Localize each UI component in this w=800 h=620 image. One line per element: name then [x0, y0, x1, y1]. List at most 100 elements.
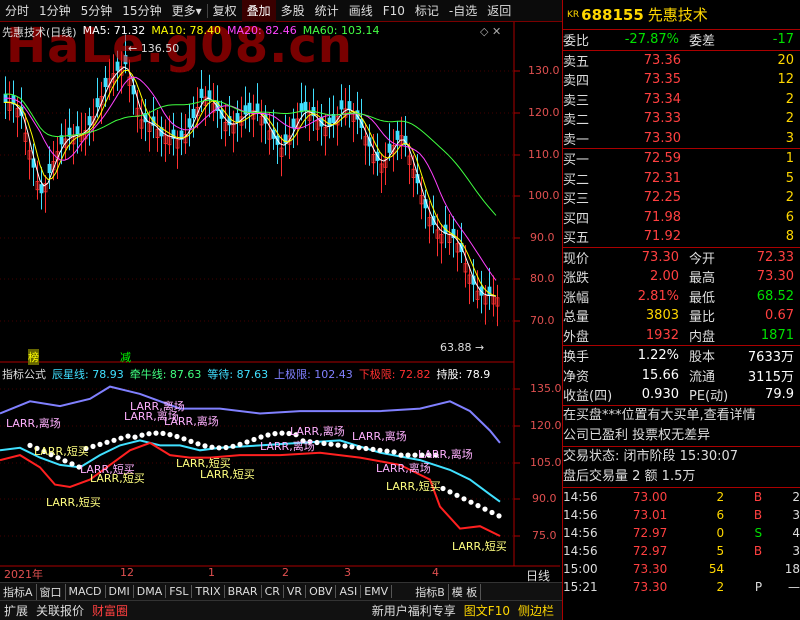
- order-label: 卖二: [563, 113, 590, 129]
- tab-dmi[interactable]: DMI: [106, 585, 134, 598]
- main-title: 先惠技术(日线): [2, 26, 77, 39]
- candle-body: [187, 118, 192, 128]
- order-vol: 8: [785, 229, 794, 245]
- signal-label: LARR,离场: [164, 415, 219, 428]
- holding-dot: [223, 444, 229, 451]
- ma10-label: MA10: 78.40: [151, 24, 222, 37]
- tab-chuangkou[interactable]: 窗口: [37, 583, 66, 600]
- buy-row: 买一 72.59 1: [563, 149, 800, 169]
- tab-zhibiao-b[interactable]: 指标B: [412, 583, 449, 600]
- ma5-label: MA5: 71.32: [82, 24, 146, 37]
- stat-value2: 1871: [760, 327, 794, 343]
- tick-time: 14:56: [563, 489, 598, 504]
- toolbar-biaoji[interactable]: 标记: [410, 0, 444, 22]
- order-price: 72.25: [643, 190, 681, 206]
- bottom-guanlian[interactable]: 关联报价: [32, 602, 88, 619]
- candle-body: [291, 118, 296, 128]
- candle-body: [331, 113, 336, 124]
- tick-dir: B: [753, 507, 763, 522]
- sub-axis-105: 105.0: [530, 456, 562, 469]
- toolbar-back[interactable]: 返回: [482, 0, 516, 22]
- tick-vol: 6: [716, 507, 725, 522]
- sub-name[interactable]: 指标公式: [2, 366, 46, 382]
- holding-dot: [104, 439, 110, 445]
- holding-dot: [370, 446, 376, 452]
- holding-dot: [447, 489, 453, 495]
- holding-dot: [209, 444, 215, 450]
- order-price: 71.98: [643, 209, 681, 225]
- order-vol: 20: [777, 52, 794, 68]
- order-label: 卖三: [563, 93, 590, 109]
- stat-key: 总量: [563, 310, 590, 326]
- tab-asi[interactable]: ASI: [336, 585, 362, 598]
- mark-bang[interactable]: 榜: [28, 349, 39, 365]
- order-label: 买一: [563, 153, 590, 169]
- signal-label: LARR,短买: [386, 480, 441, 493]
- order-price: 73.36: [643, 52, 681, 68]
- candle-body: [235, 113, 240, 123]
- bottom-newuser[interactable]: 新用户福利专享: [368, 602, 460, 619]
- order-vol: 6: [785, 209, 794, 225]
- holding-dot: [230, 443, 236, 449]
- holding-dot: [398, 452, 404, 458]
- holding-dot: [188, 438, 194, 444]
- fin-key2: 流通: [689, 369, 716, 385]
- tab-trix[interactable]: TRIX: [192, 585, 225, 598]
- stat-row: 现价 73.30 今开 72.33: [563, 248, 800, 268]
- bottom-f10[interactable]: 图文F10: [460, 602, 514, 619]
- holding-dot: [216, 445, 222, 451]
- fin-key: 换手: [563, 350, 590, 366]
- tab-brar[interactable]: BRAR: [225, 585, 262, 598]
- tab-dma[interactable]: DMA: [134, 585, 167, 598]
- ma20-label: MA20: 82.46: [227, 24, 297, 37]
- candle-body: [303, 101, 308, 111]
- holding-dot: [461, 496, 467, 502]
- after-hours: 盘后交易量 2 额 1.5万: [563, 468, 696, 484]
- order-price: 73.35: [643, 72, 681, 88]
- main-axis-90: 90.0: [530, 231, 555, 244]
- bottom-kuozhan[interactable]: 扩展: [0, 602, 32, 619]
- stat-value: 2.81%: [637, 288, 679, 304]
- tick-price: 73.01: [632, 507, 668, 522]
- tab-moban[interactable]: 模 板: [449, 583, 482, 600]
- signal-label: LARR,离场: [260, 440, 315, 453]
- tab-macd[interactable]: MACD: [66, 585, 106, 598]
- order-label: 卖四: [563, 74, 590, 90]
- holding-dot: [69, 461, 75, 467]
- tick-vol: 0: [716, 525, 725, 540]
- stat-key2: 量比: [689, 310, 716, 326]
- sell-row: 卖三 73.34 2: [563, 90, 800, 110]
- sell-row: 卖四 73.35 12: [563, 70, 800, 90]
- tick-count: 18: [784, 561, 800, 576]
- bottom-sidebar[interactable]: 侧边栏: [514, 602, 558, 619]
- tab-cr[interactable]: CR: [262, 585, 284, 598]
- date-1: 1: [208, 566, 215, 579]
- mark-jian[interactable]: 减: [120, 349, 131, 365]
- tab-vr[interactable]: VR: [284, 585, 307, 598]
- toolbar-f10[interactable]: F10: [378, 0, 410, 22]
- tab-emv[interactable]: EMV: [361, 585, 393, 598]
- tab-obv[interactable]: OBV: [306, 585, 337, 598]
- tick-row: 14:56 72.97 0 S 4: [563, 524, 800, 542]
- tick-price: 72.97: [632, 525, 668, 540]
- tick-dir: P: [754, 579, 763, 594]
- bottom-caifuquan[interactable]: 财富圈: [88, 602, 132, 619]
- order-vol: 2: [785, 111, 794, 127]
- buy-row: 买五 71.92 8: [563, 227, 800, 247]
- tick-vol: 2: [716, 579, 725, 594]
- info-bigorder[interactable]: 在买盘***位置有大买单,查看详情: [563, 406, 800, 426]
- signal-label: LARR,短买: [452, 540, 507, 553]
- stat-value: 1932: [645, 327, 679, 343]
- tab-fsl[interactable]: FSL: [166, 585, 193, 598]
- chart-controls[interactable]: ◇ ✕: [480, 25, 501, 38]
- fin-key: 净资: [563, 369, 590, 385]
- stat-key2: 内盘: [689, 329, 716, 345]
- holding-dot: [146, 431, 152, 437]
- toolbar-zixuan[interactable]: -自选: [444, 0, 482, 22]
- main-axis-110: 110.0: [528, 148, 560, 161]
- holding-dot: [454, 492, 460, 498]
- tab-zhibiao-a[interactable]: 指标A: [0, 583, 37, 600]
- order-price: 72.31: [643, 170, 681, 186]
- kline-chart[interactable]: [0, 22, 560, 570]
- candle-body: [87, 116, 92, 126]
